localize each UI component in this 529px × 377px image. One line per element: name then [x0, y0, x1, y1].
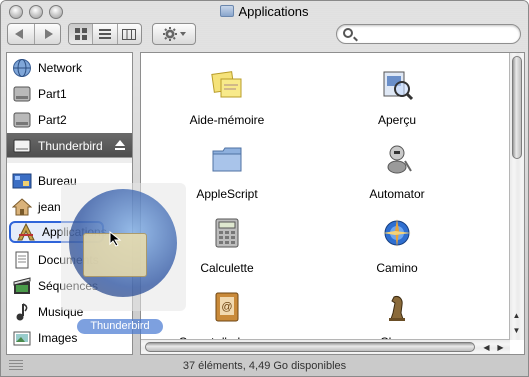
music-icon: [12, 302, 32, 322]
arrow-left-icon: [14, 29, 23, 39]
view-mode-control: [68, 23, 142, 45]
column-view-button[interactable]: [118, 24, 141, 44]
sidebar-item-label: jean: [38, 199, 61, 214]
column-view-icon: [122, 28, 137, 40]
horizontal-scroll-thumb[interactable]: [145, 342, 475, 352]
list-view-icon: [98, 28, 111, 39]
camino-icon: [381, 217, 413, 249]
sidebar-divider: [7, 157, 132, 163]
applications-icon: [16, 222, 36, 242]
gear-icon: [163, 27, 186, 41]
forward-button[interactable]: [35, 24, 61, 44]
address-book-icon: @: [211, 291, 243, 323]
chess-icon: [381, 291, 413, 323]
mouse-pointer-icon: [109, 231, 122, 247]
preview-icon: [381, 69, 414, 101]
globe-icon: [12, 58, 32, 78]
eject-icon[interactable]: [115, 140, 125, 150]
list-view-button[interactable]: [93, 24, 118, 44]
documents-icon: [12, 250, 32, 270]
sidebar-item-part1[interactable]: Part1: [7, 81, 132, 106]
home-icon: [11, 197, 33, 217]
automator-icon: [381, 143, 413, 175]
file-item-label: Automator: [369, 187, 425, 201]
finder-window: Applications Network Part1 Part2 Thunder…: [0, 0, 529, 377]
scroll-down-button[interactable]: ▼: [510, 324, 523, 337]
icon-view: Aide-mémoire Aperçu AppleScript Automato…: [140, 52, 525, 355]
scroll-left-button[interactable]: ◀: [480, 341, 493, 354]
sidebar-item-label: Part2: [38, 112, 67, 127]
icon-view-icon: [74, 28, 87, 40]
search-icon: [343, 28, 353, 38]
folder-icon: [220, 5, 235, 17]
icon-view-button[interactable]: [69, 24, 94, 44]
back-forward-control: [7, 23, 61, 45]
file-item-camino[interactable]: Camino: [317, 209, 477, 283]
window-title-text: Applications: [238, 4, 309, 19]
stickies-icon: [211, 69, 243, 101]
svg-text:@: @: [221, 301, 232, 313]
hard-disk-icon: [12, 110, 32, 130]
disk-image-icon: [12, 136, 32, 156]
search-input[interactable]: [357, 26, 517, 42]
action-menu-button[interactable]: [152, 23, 196, 45]
back-button[interactable]: [8, 24, 35, 44]
desktop-icon: [12, 171, 32, 191]
horizontal-scrollbar[interactable]: ◀ ▶: [141, 339, 510, 354]
pictures-icon: [12, 328, 32, 348]
film-icon: [12, 276, 32, 296]
scroll-up-button[interactable]: ▲: [510, 309, 523, 322]
file-item-label: Aperçu: [377, 113, 417, 127]
file-item-aide-memoire[interactable]: Aide-mémoire: [147, 61, 307, 135]
sidebar-item-label: Part1: [38, 86, 67, 101]
drag-ghost-label: Thunderbird: [77, 319, 163, 334]
search-field[interactable]: [336, 24, 521, 44]
folder-icon: [211, 143, 243, 175]
vertical-scroll-thumb[interactable]: [512, 56, 522, 159]
file-item-label: Aide-mémoire: [189, 113, 265, 127]
vertical-scrollbar[interactable]: ▲ ▼: [509, 53, 524, 340]
sidebar-item-label: Network: [38, 60, 83, 75]
hard-disk-icon: [12, 84, 32, 104]
scroll-right-button[interactable]: ▶: [494, 341, 507, 354]
sidebar-item-label: Images: [38, 330, 78, 345]
window-title: Applications: [1, 4, 528, 19]
file-item-automator[interactable]: Automator: [317, 135, 477, 209]
sidebar-item-network[interactable]: Network: [7, 55, 132, 80]
sidebar-item-thunderbird[interactable]: Thunderbird: [7, 133, 132, 158]
file-item-label: Camino: [376, 261, 418, 275]
sidebar-item-label: Thunderbird: [38, 138, 103, 153]
sidebar-item-part2[interactable]: Part2: [7, 107, 132, 132]
arrow-right-icon: [45, 29, 54, 39]
status-bar: 37 éléments, 4,49 Go disponibles: [182, 360, 347, 372]
file-item-apercu[interactable]: Aperçu: [317, 61, 477, 135]
calculator-icon: [211, 217, 243, 249]
